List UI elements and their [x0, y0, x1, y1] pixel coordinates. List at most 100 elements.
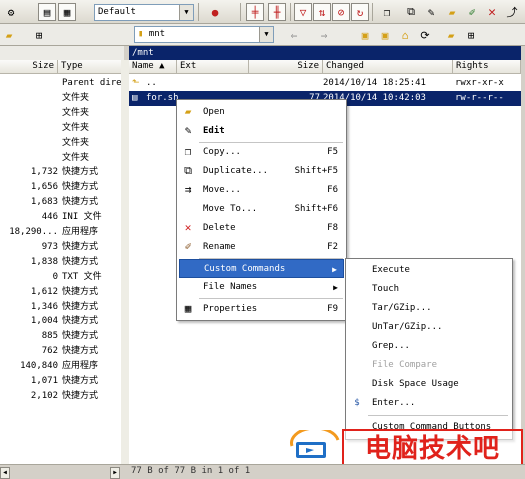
forward-arrow-icon[interactable]: ⇒ — [315, 26, 333, 44]
menu-item-open[interactable]: ▰ Open — [179, 103, 344, 122]
list-item[interactable]: 0 TXT 文件 — [0, 270, 123, 285]
submenu-item-untar-gzip[interactable]: UnTar/GZip... — [348, 318, 510, 337]
submenu-item-grep[interactable]: Grep... — [348, 337, 510, 356]
folder-icon[interactable]: ▰ — [442, 26, 460, 44]
chevron-right-icon: ▶ — [332, 265, 337, 274]
copy-icon[interactable]: ❐ — [378, 3, 396, 21]
list-item[interactable]: 文件夹 — [0, 121, 123, 136]
file-type: 快捷方式 — [62, 256, 99, 267]
edit-icon[interactable]: ✎ — [422, 3, 440, 21]
list-item[interactable]: 文件夹 — [0, 106, 123, 121]
scroll-right-icon[interactable]: ▶ — [110, 467, 120, 479]
file-rights: rw-r--r-- — [455, 93, 504, 103]
back-arrow-icon[interactable]: ⇐ — [285, 26, 303, 44]
list-item[interactable]: 1,732 快捷方式 — [0, 165, 123, 180]
layout-icon[interactable]: ▦ — [58, 3, 76, 21]
column-header-changed[interactable]: Changed — [323, 60, 453, 74]
folder-icon: ▮ — [138, 29, 144, 39]
column-header-type[interactable]: Type — [58, 60, 123, 74]
grid-remove-icon[interactable]: ╫ — [268, 3, 286, 21]
file-type: 快捷方式 — [62, 390, 99, 401]
file-type: 快捷方式 — [62, 182, 99, 193]
file-size: 1,838 — [30, 256, 58, 267]
file-type: 文件夹 — [62, 107, 90, 118]
list-item[interactable]: 2,102 快捷方式 — [0, 389, 123, 404]
menu-item-file-names[interactable]: File Names ▶ — [179, 278, 344, 297]
tree-icon[interactable]: ⊞ — [462, 26, 480, 44]
pen-icon[interactable]: ✐ — [463, 3, 481, 21]
menu-item-duplicate[interactable]: ⧉ Duplicate... Shift+F5 — [179, 162, 344, 181]
column-header-name[interactable]: Name ▲ — [129, 60, 177, 74]
menu-item-move[interactable]: ⇉ Move... F6 — [179, 181, 344, 200]
list-item[interactable]: 885 快捷方式 — [0, 329, 123, 344]
list-item[interactable]: Parent dire — [0, 76, 123, 91]
submenu-item-enter[interactable]: $ Enter... — [348, 394, 510, 413]
folder-up-icon[interactable]: ▣ — [356, 26, 374, 44]
refresh-icon[interactable]: ⟳ — [416, 26, 434, 44]
path-combo[interactable]: ▮ mnt ▼ — [134, 26, 274, 43]
list-item[interactable]: 文件夹 — [0, 91, 123, 106]
submenu-item-execute[interactable]: Execute — [348, 261, 510, 280]
menu-item-rename[interactable]: ✐ Rename F2 — [179, 238, 344, 257]
properties-icon: ▦ — [184, 302, 192, 315]
folder-root-icon[interactable]: ▣ — [376, 26, 394, 44]
list-item[interactable]: 1,656 快捷方式 — [0, 180, 123, 195]
submenu-item-disk-space-usage[interactable]: Disk Space Usage — [348, 375, 510, 394]
submenu-item-tar-gzip[interactable]: Tar/GZip... — [348, 299, 510, 318]
home-icon[interactable]: ⌂ — [396, 26, 414, 44]
vertical-scrollbar[interactable] — [121, 60, 129, 464]
grid-icon[interactable]: ╪ — [246, 3, 264, 21]
menu-item-copy[interactable]: ❐ Copy... F5 — [179, 143, 344, 162]
list-item[interactable]: 1,612 快捷方式 — [0, 285, 123, 300]
scroll-left-icon[interactable]: ◀ — [0, 467, 10, 479]
column-header-rights[interactable]: Rights — [453, 60, 521, 74]
list-item[interactable]: 1,683 快捷方式 — [0, 195, 123, 210]
menu-item-move-to[interactable]: Move To... Shift+F6 — [179, 200, 344, 219]
menu-item-custom-commands[interactable]: Custom Commands ▶ — [179, 259, 344, 278]
list-item[interactable]: 1,071 快捷方式 — [0, 374, 123, 389]
file-type: 文件夹 — [62, 137, 90, 148]
column-header-size[interactable]: Size — [249, 60, 323, 74]
save-icon[interactable]: ▤ — [38, 3, 56, 21]
menu-item-edit[interactable]: ✎ Edit — [179, 122, 344, 141]
palette-icon[interactable]: ● — [206, 3, 224, 21]
list-item[interactable]: 18,290... 应用程序 — [0, 225, 123, 240]
file-type: INI 文件 — [62, 212, 102, 223]
gear-icon[interactable]: ⚙ — [2, 3, 20, 21]
up-icon[interactable]: ⤴ — [503, 3, 521, 21]
submenu-item-touch[interactable]: Touch — [348, 280, 510, 299]
custom-commands-submenu: Execute Touch Tar/GZip... UnTar/GZip... … — [345, 258, 513, 440]
chevron-down-icon[interactable]: ▼ — [259, 27, 273, 42]
layout-combo[interactable]: Default ▼ — [94, 4, 194, 21]
filter-icon[interactable]: ▽ — [294, 3, 312, 21]
sort-up-icon: ▲ — [159, 61, 165, 71]
list-item[interactable]: 1,838 快捷方式 — [0, 255, 123, 270]
menu-item-properties[interactable]: ▦ Properties F9 — [179, 300, 344, 319]
refresh-icon[interactable]: ↻ — [351, 3, 369, 21]
list-item[interactable]: 文件夹 — [0, 136, 123, 151]
list-item[interactable]: 1,346 快捷方式 — [0, 300, 123, 315]
list-item[interactable]: 140,840 应用程序 — [0, 359, 123, 374]
list-item[interactable]: 446 INI 文件 — [0, 210, 123, 225]
folder-icon[interactable]: ▰ — [443, 3, 461, 21]
column-header-size[interactable]: Size — [0, 60, 58, 74]
no-filter-icon[interactable]: ⊘ — [332, 3, 350, 21]
list-item[interactable]: 1,004 快捷方式 — [0, 314, 123, 329]
tree-icon[interactable]: ⊞ — [30, 26, 48, 44]
file-size: 762 — [41, 346, 58, 357]
list-item[interactable]: 973 快捷方式 — [0, 240, 123, 255]
delete-icon[interactable]: ✕ — [483, 3, 501, 21]
sync-icon[interactable]: ⇅ — [313, 3, 331, 21]
column-header-ext[interactable]: Ext — [177, 60, 249, 74]
toolbar-separator — [290, 3, 291, 21]
menu-item-delete[interactable]: ✕ Delete F8 — [179, 219, 344, 238]
list-item[interactable]: 文件夹 — [0, 151, 123, 166]
left-file-pane[interactable]: Size Type Parent dire 文件夹 文件夹 文件夹 文件夹 文件夹 1,73… — [0, 60, 124, 464]
list-item[interactable]: 762 快捷方式 — [0, 344, 123, 359]
move-icon: ⇉ — [184, 183, 192, 196]
chevron-down-icon[interactable]: ▼ — [179, 5, 193, 20]
file-rights: rwxr-xr-x — [455, 78, 504, 88]
move-icon[interactable]: ⧉ — [402, 3, 420, 21]
table-row[interactable]: ⬑ .. 2014/10/14 18:25:41 rwxr-xr-x — [129, 76, 521, 91]
folder-icon[interactable]: ▰ — [0, 26, 18, 44]
